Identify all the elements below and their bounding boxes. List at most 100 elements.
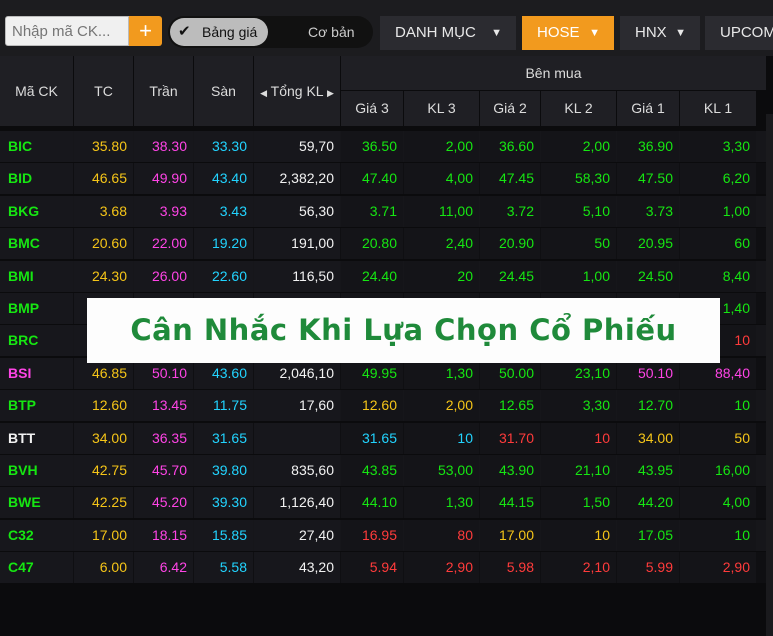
cell-buy-3: 58,30: [541, 163, 616, 194]
tab-hnx[interactable]: HNX ▼: [620, 16, 700, 50]
symbol-cell[interactable]: BVH: [0, 455, 73, 486]
col-floor-header[interactable]: Sàn: [194, 56, 253, 126]
chevron-down-icon: ▼: [491, 27, 502, 39]
cell-buy-3: 2,10: [541, 552, 616, 583]
cell-tran: 18.15: [134, 520, 193, 551]
view-toggle[interactable]: ✔ Bảng giá Cơ bản: [168, 16, 373, 48]
col-ceil-header[interactable]: Trần: [134, 56, 193, 126]
cell-kl: 835,60: [254, 455, 340, 486]
cell-buy-1: 80: [404, 520, 479, 551]
symbol-cell[interactable]: BRC: [0, 325, 73, 356]
cell-buy-1: 2,00: [404, 131, 479, 162]
col-buy-header-2[interactable]: Giá 2: [480, 91, 540, 126]
cell-buy-3: 5,10: [541, 196, 616, 227]
col-volume-header[interactable]: ◀ Tổng KL ▶: [254, 56, 340, 126]
cell-tran: 38.30: [134, 131, 193, 162]
cell-buy-3: 10: [541, 423, 616, 454]
horizontal-scroll-edge[interactable]: [766, 114, 773, 636]
col-buy-header-5[interactable]: KL 1: [680, 91, 756, 126]
symbol-cell[interactable]: BWE: [0, 487, 73, 518]
symbol-cell[interactable]: BTT: [0, 423, 73, 454]
symbol-cell[interactable]: BSI: [0, 358, 73, 389]
symbol-cell[interactable]: BKG: [0, 196, 73, 227]
col-buy-header-4[interactable]: Giá 1: [617, 91, 679, 126]
tab-upcom[interactable]: UPCOM: [705, 16, 773, 50]
col-ref-header[interactable]: TC: [74, 56, 133, 126]
cell-buy-3: 10: [541, 520, 616, 551]
add-symbol-button[interactable]: +: [129, 16, 162, 46]
cell-buy-1: 53,00: [404, 455, 479, 486]
cell-buy-1: 20: [404, 261, 479, 292]
cell-tc: 42.75: [74, 455, 133, 486]
cell-tran: 45.20: [134, 487, 193, 518]
cell-buy-2: 47.45: [480, 163, 540, 194]
cell-buy-0: 36.50: [341, 131, 403, 162]
tab-danh-muc-label: DANH MỤC: [395, 24, 476, 41]
cell-buy-0: 43.85: [341, 455, 403, 486]
cell-buy-3: 50: [541, 228, 616, 259]
symbol-cell[interactable]: BTP: [0, 390, 73, 421]
cell-buy-1: 2,40: [404, 228, 479, 259]
cell-tran: 49.90: [134, 163, 193, 194]
col-buy-header-0[interactable]: Giá 3: [341, 91, 403, 126]
cell-kl: 27,40: [254, 520, 340, 551]
cell-kl: 116,50: [254, 261, 340, 292]
symbol-cell[interactable]: BID: [0, 163, 73, 194]
cell-tc: 35.80: [74, 131, 133, 162]
col-buy-header-1[interactable]: KL 3: [404, 91, 479, 126]
cell-buy-2: 31.70: [480, 423, 540, 454]
symbol-cell[interactable]: BMI: [0, 261, 73, 292]
col-volume-label: Tổng KL: [270, 83, 324, 99]
cell-buy-2: 5.98: [480, 552, 540, 583]
cell-tran: 6.42: [134, 552, 193, 583]
cell-san: 3.43: [194, 196, 253, 227]
cell-tran: 26.00: [134, 261, 193, 292]
cell-tc: 46.65: [74, 163, 133, 194]
symbol-cell[interactable]: C32: [0, 520, 73, 551]
scroll-left-icon[interactable]: ◀: [260, 88, 267, 98]
symbol-cell[interactable]: BMC: [0, 228, 73, 259]
top-toolbar: + ✔ Bảng giá Cơ bản DANH MỤC ▼ HOSE ▼ HN…: [0, 0, 773, 56]
cell-kl: 43,20: [254, 552, 340, 583]
cell-buy-1: 10: [404, 423, 479, 454]
cell-buy-2: 43.90: [480, 455, 540, 486]
cell-buy-0: 5.94: [341, 552, 403, 583]
symbol-cell[interactable]: BMP: [0, 293, 73, 324]
cell-kl: 17,60: [254, 390, 340, 421]
cell-san: 43.40: [194, 163, 253, 194]
toggle-price-board[interactable]: ✔ Bảng giá: [170, 18, 268, 46]
cell-san: 31.65: [194, 423, 253, 454]
toggle-basic[interactable]: Cơ bản: [308, 16, 355, 48]
cell-buy-2: 24.45: [480, 261, 540, 292]
symbol-cell[interactable]: BIC: [0, 131, 73, 162]
cell-buy-2: 44.15: [480, 487, 540, 518]
search-input[interactable]: [5, 16, 129, 46]
toggle-price-board-label: Bảng giá: [202, 24, 258, 40]
cell-buy-2: 12.65: [480, 390, 540, 421]
cell-tc: 42.25: [74, 487, 133, 518]
cell-buy-5: 3,30: [680, 131, 756, 162]
cell-buy-3: 1,50: [541, 487, 616, 518]
tab-hose-label: HOSE: [537, 24, 580, 41]
col-buy-header-3[interactable]: KL 2: [541, 91, 616, 126]
cell-buy-0: 47.40: [341, 163, 403, 194]
cell-kl: 2,382,20: [254, 163, 340, 194]
cell-buy-4: 36.90: [617, 131, 679, 162]
tab-hose[interactable]: HOSE ▼: [522, 16, 614, 50]
cell-buy-4: 3.73: [617, 196, 679, 227]
col-symbol-header[interactable]: Mã CK: [0, 56, 73, 126]
cell-buy-0: 20.80: [341, 228, 403, 259]
cell-buy-4: 44.20: [617, 487, 679, 518]
cell-buy-3: 21,10: [541, 455, 616, 486]
cell-buy-1: 11,00: [404, 196, 479, 227]
cell-buy-2: 3.72: [480, 196, 540, 227]
scroll-right-icon[interactable]: ▶: [327, 88, 334, 98]
cell-buy-2: 17.00: [480, 520, 540, 551]
cell-buy-4: 43.95: [617, 455, 679, 486]
cell-kl: 59,70: [254, 131, 340, 162]
cell-buy-4: 5.99: [617, 552, 679, 583]
symbol-cell[interactable]: C47: [0, 552, 73, 583]
tab-danh-muc[interactable]: DANH MỤC ▼: [380, 16, 516, 50]
cell-buy-5: 1,00: [680, 196, 756, 227]
cell-buy-1: 2,90: [404, 552, 479, 583]
